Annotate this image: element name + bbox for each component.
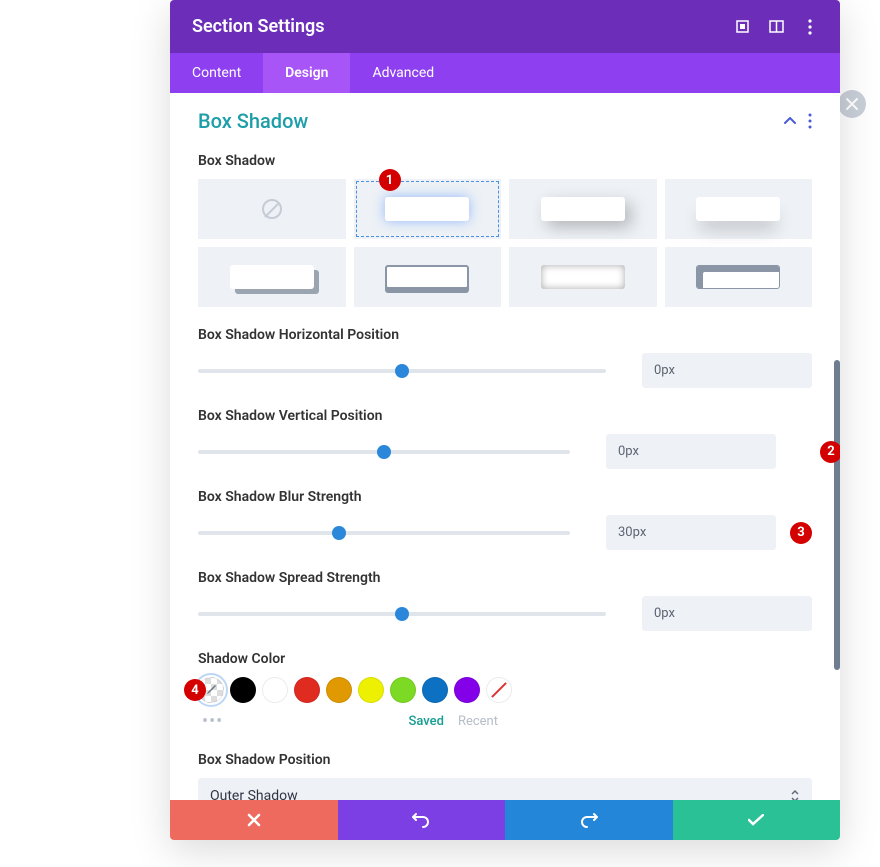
preset-preview xyxy=(385,265,469,289)
slider-thumb[interactable] xyxy=(377,445,391,459)
recent-tab[interactable]: Recent xyxy=(458,714,498,729)
preset-inset[interactable] xyxy=(509,247,657,307)
spread-label: Box Shadow Spread Strength xyxy=(198,570,812,586)
preset-preview xyxy=(696,197,780,221)
shadow-preset-grid: 1 xyxy=(198,179,812,307)
blur-slider[interactable] xyxy=(198,523,570,543)
preset-preview xyxy=(385,197,469,221)
vertical-value[interactable]: 0px xyxy=(606,434,776,469)
preset-glow[interactable]: 1 xyxy=(354,179,502,239)
vertical-row: 0px 2 xyxy=(198,434,812,469)
section-title-row: Box Shadow xyxy=(198,109,812,133)
swatch-green[interactable] xyxy=(390,677,416,703)
expand-icon[interactable] xyxy=(734,19,750,35)
color-swatches: 4 xyxy=(198,677,812,703)
settings-panel: Box Shadow Box Shadow 1 xyxy=(170,93,840,800)
section-title: Box Shadow xyxy=(198,109,308,133)
annotation-4: 4 xyxy=(184,679,206,701)
spread-row: 0px xyxy=(198,596,812,631)
swatch-red[interactable] xyxy=(294,677,320,703)
swatch-black[interactable] xyxy=(230,677,256,703)
redo-button[interactable] xyxy=(505,800,673,840)
undo-button[interactable] xyxy=(338,800,506,840)
swatch-white[interactable] xyxy=(262,677,288,703)
blur-row: 30px 3 xyxy=(198,515,812,550)
swatch-purple[interactable] xyxy=(454,677,480,703)
preset-outline[interactable] xyxy=(354,247,502,307)
preset-preview xyxy=(541,197,625,221)
chevron-up-icon[interactable] xyxy=(784,117,796,125)
spread-value[interactable]: 0px xyxy=(642,596,812,631)
preset-preview xyxy=(541,265,625,289)
modal-header: Section Settings xyxy=(170,0,840,53)
preset-preview xyxy=(230,265,314,289)
section-actions xyxy=(784,113,812,129)
more-dots-icon[interactable]: ••• xyxy=(198,711,223,732)
presets-label: Box Shadow xyxy=(198,153,812,169)
annotation-1: 1 xyxy=(379,169,401,191)
kebab-icon[interactable] xyxy=(802,19,818,35)
position-label: Box Shadow Position xyxy=(198,752,812,768)
modal-footer xyxy=(170,800,840,840)
swatch-orange[interactable] xyxy=(326,677,352,703)
select-arrows-icon xyxy=(790,789,800,800)
color-label: Shadow Color xyxy=(198,651,812,667)
tabs: Content Design Advanced xyxy=(170,53,840,93)
kebab-icon[interactable] xyxy=(808,113,812,129)
spread-slider[interactable] xyxy=(198,604,606,624)
horizontal-value[interactable]: 0px xyxy=(642,353,812,388)
horizontal-label: Box Shadow Horizontal Position xyxy=(198,327,812,343)
swatch-tabs-row: ••• Saved Recent xyxy=(198,711,498,732)
tab-content[interactable]: Content xyxy=(170,53,263,93)
preset-inset-offset[interactable] xyxy=(665,247,813,307)
annotation-2: 2 xyxy=(820,441,840,463)
swatch-blue[interactable] xyxy=(422,677,448,703)
preset-offset[interactable] xyxy=(198,247,346,307)
slider-thumb[interactable] xyxy=(332,526,346,540)
swatch-transparent[interactable] xyxy=(486,677,512,703)
tab-advanced[interactable]: Advanced xyxy=(350,53,456,93)
preset-wide[interactable] xyxy=(665,179,813,239)
slider-thumb[interactable] xyxy=(395,364,409,378)
preset-none[interactable] xyxy=(198,179,346,239)
vertical-slider[interactable] xyxy=(198,442,570,462)
external-close-button[interactable] xyxy=(838,90,866,118)
preset-preview xyxy=(696,265,780,289)
modal-title: Section Settings xyxy=(192,16,325,37)
position-select[interactable]: Outer Shadow xyxy=(198,778,812,800)
save-button[interactable] xyxy=(673,800,841,840)
vertical-label: Box Shadow Vertical Position xyxy=(198,408,812,424)
blur-value[interactable]: 30px xyxy=(606,515,776,550)
tab-design[interactable]: Design xyxy=(263,53,350,93)
swatch-yellow[interactable] xyxy=(358,677,384,703)
saved-tab[interactable]: Saved xyxy=(409,714,444,729)
position-selected: Outer Shadow xyxy=(210,788,298,800)
settings-modal: Section Settings Content Design Advanced… xyxy=(170,0,840,840)
scrollbar-thumb[interactable] xyxy=(834,360,840,670)
preset-drop[interactable] xyxy=(509,179,657,239)
horizontal-row: 0px xyxy=(198,353,812,388)
horizontal-slider[interactable] xyxy=(198,361,606,381)
columns-icon[interactable] xyxy=(768,19,784,35)
header-actions xyxy=(734,19,818,35)
annotation-3: 3 xyxy=(790,522,812,544)
none-icon xyxy=(262,199,282,219)
cancel-button[interactable] xyxy=(170,800,338,840)
blur-label: Box Shadow Blur Strength xyxy=(198,489,812,505)
slider-thumb[interactable] xyxy=(395,607,409,621)
